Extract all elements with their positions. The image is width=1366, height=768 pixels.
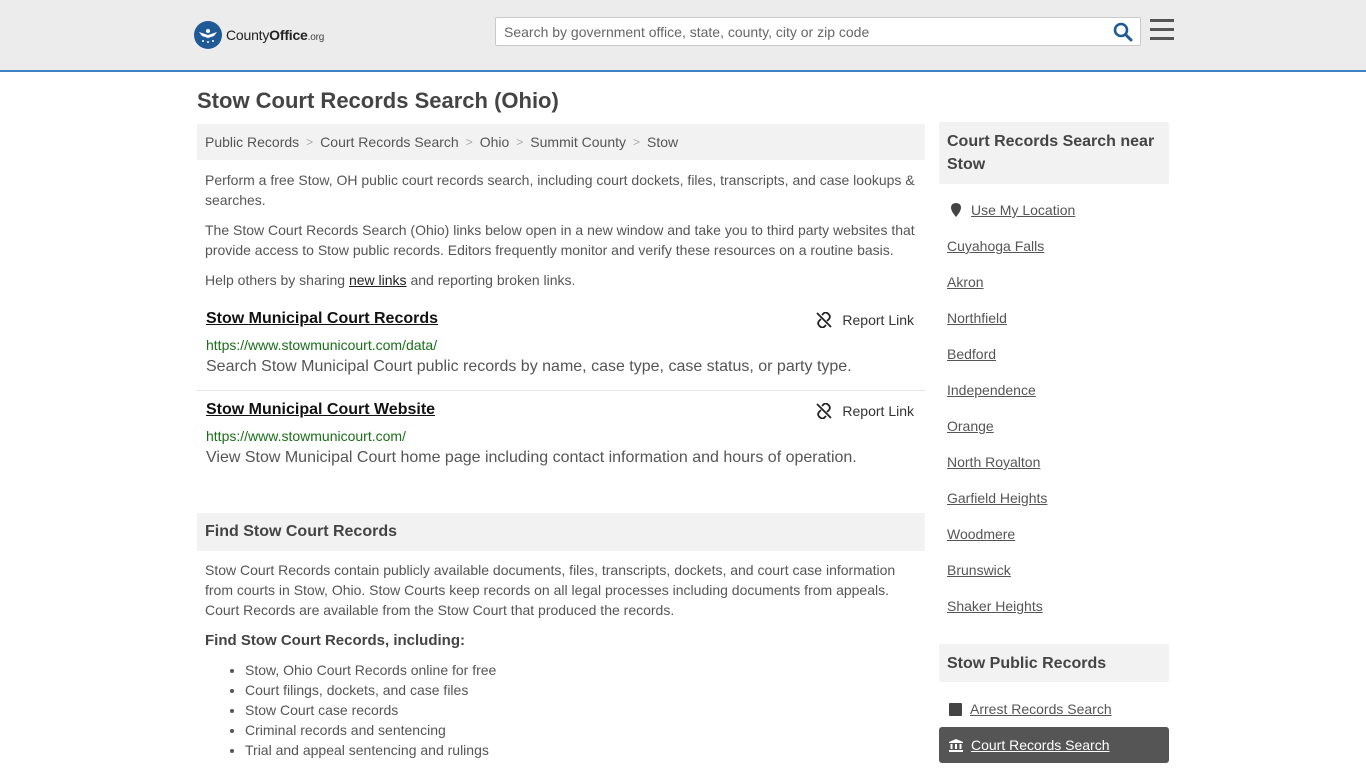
list-item: Stow Court case records [245, 700, 496, 720]
sidebar-nearby-link[interactable]: Cuyahoga Falls [947, 236, 1167, 272]
logo-text: CountyOffice.org [226, 27, 325, 43]
breadcrumb-court-records-search[interactable]: Court Records Search [320, 134, 459, 150]
chevron-right-icon: > [633, 135, 641, 149]
sidebar-nearby-list: Use My Location Cuyahoga Falls Akron Nor… [947, 200, 1167, 632]
sidebar-public-records-heading: Stow Public Records [939, 644, 1169, 682]
result-item: Stow Municipal Court Records Report Link… [197, 308, 925, 391]
sidebar-nearby-link[interactable]: North Royalton [947, 452, 1167, 488]
result-title-link[interactable]: Stow Municipal Court Website [206, 401, 435, 419]
page-title: Stow Court Records Search (Ohio) [197, 88, 559, 113]
courthouse-icon [949, 738, 963, 752]
find-records-subheading: Find Stow Court Records, including: [205, 632, 465, 649]
breadcrumb-stow[interactable]: Stow [647, 134, 678, 150]
chevron-right-icon: > [516, 135, 524, 149]
sidebar-nearby-link[interactable]: Bedford [947, 344, 1167, 380]
search-button[interactable] [1112, 22, 1134, 42]
broken-link-icon [816, 312, 833, 328]
list-item: Stow, Ohio Court Records online for free [245, 660, 496, 680]
search-icon [1113, 22, 1133, 42]
chevron-right-icon: > [306, 135, 314, 149]
breadcrumb-summit-county[interactable]: Summit County [530, 134, 626, 150]
use-my-location-link[interactable]: Use My Location [947, 200, 1167, 236]
result-title-link[interactable]: Stow Municipal Court Records [206, 310, 438, 328]
breadcrumb: Public Records > Court Records Search > … [197, 124, 925, 160]
sidebar-nearby-link[interactable]: Brunswick [947, 560, 1167, 596]
search-bar [495, 17, 1141, 46]
find-records-list: Stow, Ohio Court Records online for free… [245, 660, 496, 760]
new-links-link[interactable]: new links [349, 272, 407, 288]
square-icon [949, 702, 962, 716]
result-item: Stow Municipal Court Website Report Link… [197, 399, 925, 479]
map-pin-icon [951, 203, 961, 217]
broken-link-icon [816, 403, 833, 419]
intro-paragraph-1: Perform a free Stow, OH public court rec… [205, 172, 915, 208]
breadcrumb-ohio[interactable]: Ohio [480, 134, 510, 150]
result-description: Search Stow Municipal Court public recor… [206, 358, 852, 375]
sidebar-arrest-records-link[interactable]: Arrest Records Search [939, 691, 1169, 727]
sidebar-nearby-link[interactable]: Woodmere [947, 524, 1167, 560]
site-header: CountyOffice.org [0, 0, 1366, 72]
result-url: https://www.stowmunicourt.com/data/ [206, 337, 438, 353]
hamburger-menu-icon[interactable] [1150, 19, 1176, 43]
find-records-heading: Find Stow Court Records [197, 513, 925, 551]
report-link-button[interactable]: Report Link [816, 312, 914, 328]
intro-paragraph-2: The Stow Court Records Search (Ohio) lin… [205, 222, 915, 258]
site-logo[interactable]: CountyOffice.org [194, 20, 324, 50]
sidebar-nearby-link[interactable]: Orange [947, 416, 1167, 452]
list-item: Court filings, dockets, and case files [245, 680, 496, 700]
sidebar-nearby-link[interactable]: Garfield Heights [947, 488, 1167, 524]
report-link-button[interactable]: Report Link [816, 403, 914, 419]
result-url: https://www.stowmunicourt.com/ [206, 428, 406, 444]
search-input[interactable] [496, 18, 1106, 45]
eagle-seal-icon [194, 21, 222, 49]
result-description: View Stow Municipal Court home page incl… [206, 449, 857, 466]
find-records-paragraph: Stow Court Records contain publicly avai… [205, 562, 896, 618]
chevron-right-icon: > [465, 135, 473, 149]
sidebar-nearby-heading: Court Records Search near Stow [939, 122, 1169, 184]
list-item: Trial and appeal sentencing and rulings [245, 740, 496, 760]
sidebar-nearby-link[interactable]: Akron [947, 272, 1167, 308]
sidebar-nearby-link[interactable]: Independence [947, 380, 1167, 416]
sidebar-nearby-link[interactable]: Northfield [947, 308, 1167, 344]
sidebar-nearby-link[interactable]: Shaker Heights [947, 596, 1167, 632]
sidebar-court-records-link[interactable]: Court Records Search [939, 727, 1169, 763]
intro-paragraph-3: Help others by sharing new links and rep… [205, 272, 576, 288]
list-item: Criminal records and sentencing [245, 720, 496, 740]
breadcrumb-public-records[interactable]: Public Records [205, 134, 299, 150]
